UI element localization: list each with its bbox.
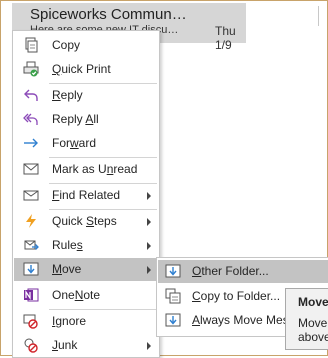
submenu-arrow-icon: [147, 242, 151, 250]
context-menu: Copy Quick Print Reply Reply All Forward…: [12, 30, 160, 358]
menu-item-label: Find Related: [52, 188, 121, 202]
tooltip-title: Move: [298, 295, 328, 309]
menu-item-label: Mark as Unread: [52, 162, 138, 176]
quick-steps-icon: [26, 214, 36, 228]
menu-item-find-related[interactable]: Find Related: [14, 184, 158, 207]
find-related-icon: [23, 190, 39, 201]
menu-item-forward[interactable]: Forward: [14, 132, 158, 155]
submenu-item-other-folder[interactable]: Other Folder...: [158, 260, 328, 283]
menu-item-label: Move: [52, 262, 82, 276]
rules-icon: [24, 240, 39, 250]
menu-item-quick-steps[interactable]: Quick Steps: [14, 210, 158, 233]
ignore-icon: [23, 314, 38, 329]
menu-item-label: Quick Print: [52, 62, 111, 76]
junk-icon: [24, 338, 38, 353]
menu-item-label: Reply: [52, 88, 83, 102]
submenu-arrow-icon: [147, 192, 151, 200]
message-date: Thu 1/9: [215, 24, 236, 52]
forward-icon: [24, 138, 38, 148]
tooltip-body: Move above: [298, 316, 328, 344]
submenu-arrow-icon: [147, 342, 151, 350]
quick-print-icon: [23, 61, 39, 77]
menu-item-label: Ignore: [52, 314, 87, 328]
always-move-icon: [165, 313, 181, 327]
pane-divider: [318, 6, 319, 26]
submenu-arrow-icon: [147, 218, 151, 226]
reply-all-icon: [23, 113, 38, 125]
tooltip: Move Move above: [285, 288, 328, 350]
menu-item-move[interactable]: Move: [14, 258, 158, 281]
menu-item-onenote[interactable]: OneNote: [14, 284, 158, 307]
menu-item-label: Rules: [52, 238, 83, 252]
menu-item-label: OneNote: [52, 288, 101, 302]
message-sender: Spiceworks Commun…: [30, 6, 187, 23]
tooltip-line: above: [298, 330, 328, 344]
menu-item-junk[interactable]: Junk: [14, 334, 158, 357]
menu-item-mark-unread[interactable]: Mark as Unread: [14, 158, 158, 181]
submenu-item-label: Copy to Folder...: [192, 289, 281, 303]
menu-item-reply[interactable]: Reply: [14, 84, 158, 107]
copy-icon: [25, 37, 38, 53]
menu-item-label: Quick Steps: [52, 214, 117, 228]
menu-item-label: Junk: [52, 338, 78, 352]
menu-item-quick-print[interactable]: Quick Print: [14, 58, 158, 81]
move-icon: [23, 262, 39, 276]
other-folder-icon: [165, 264, 181, 278]
tooltip-line: Move: [298, 316, 328, 330]
menu-item-reply-all[interactable]: Reply All: [14, 108, 158, 131]
menu-item-copy[interactable]: Copy: [14, 34, 158, 57]
menu-item-label: Forward: [52, 136, 97, 150]
onenote-icon: [24, 288, 39, 302]
menu-item-ignore[interactable]: Ignore: [14, 310, 158, 333]
mark-unread-icon: [23, 163, 39, 175]
submenu-item-label: Other Folder...: [192, 264, 269, 278]
copy-to-folder-icon: [165, 288, 181, 304]
submenu-arrow-icon: [147, 266, 151, 274]
reply-icon: [24, 89, 38, 101]
menu-item-label: Copy: [52, 38, 81, 52]
menu-item-label: Reply All: [52, 112, 99, 126]
submenu-item-label: Always Move Mes: [192, 313, 289, 327]
menu-item-rules[interactable]: Rules: [14, 234, 158, 257]
